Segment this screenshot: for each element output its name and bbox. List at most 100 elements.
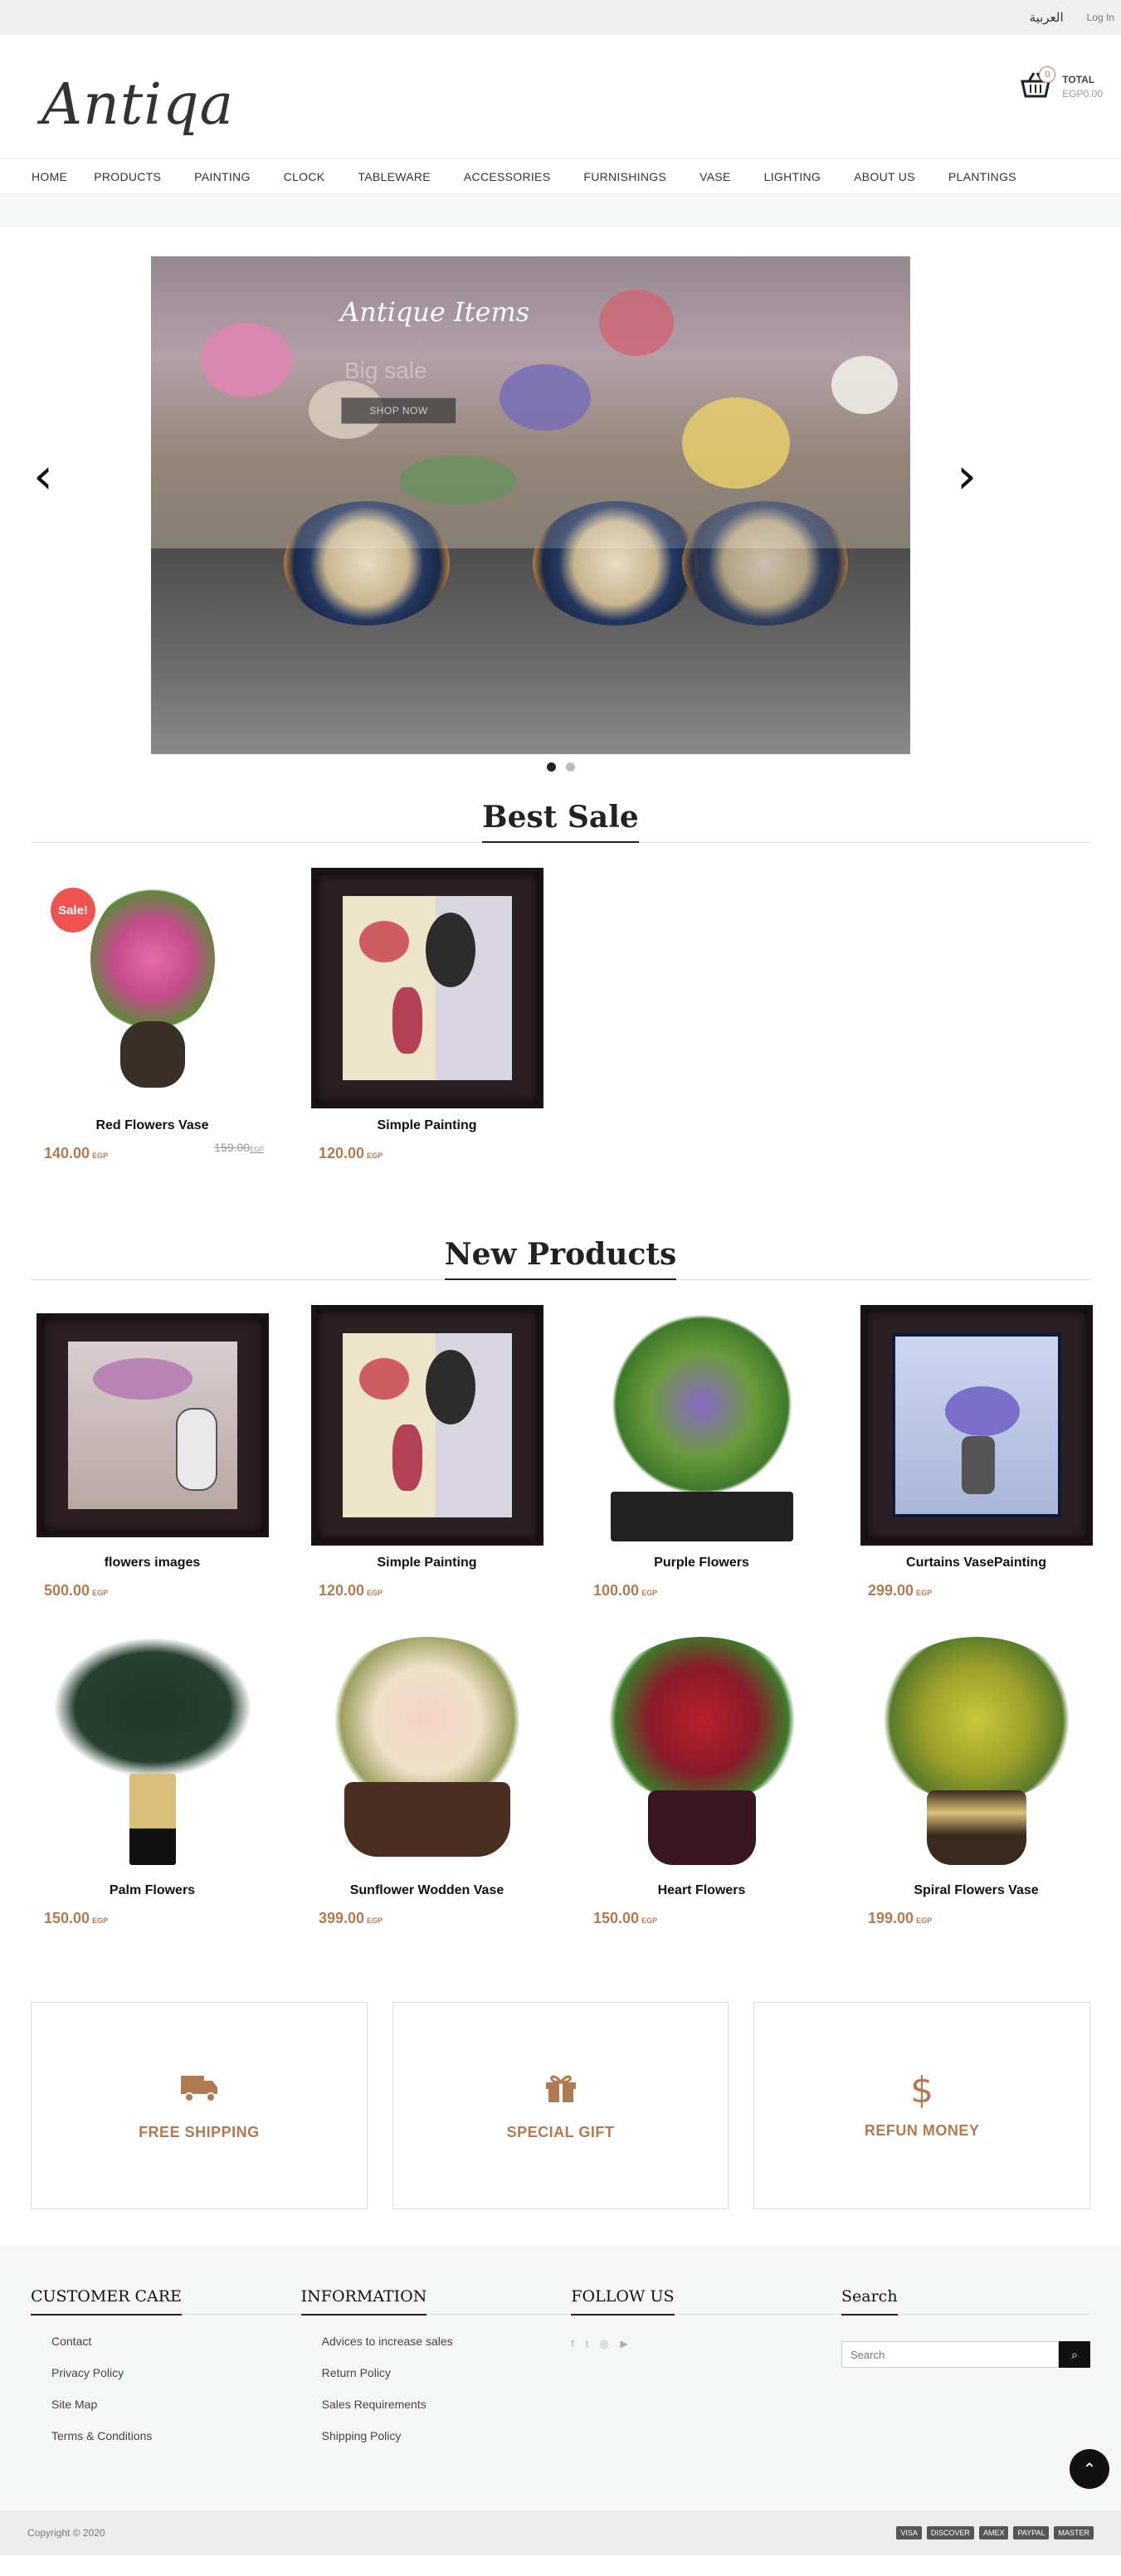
footer-link-sales-req[interactable]: Sales Requirements [322,2398,426,2411]
product-card[interactable]: flowers images 500.00 EGP [31,1305,274,1600]
product-card[interactable]: Simple Painting 120.00 EGP [305,868,548,1162]
product-name[interactable]: Simple Painting [305,1556,548,1570]
product-image[interactable] [305,1633,548,1873]
footer-heading: Search [841,2287,898,2315]
chevron-right-icon[interactable]: › [957,451,990,501]
footer-link-privacy[interactable]: Privacy Policy [51,2366,124,2379]
footer-link-advices[interactable]: Advices to increase sales [322,2335,453,2348]
nav-tableware[interactable]: TABLEWARE [358,170,447,183]
slider-dot-2[interactable] [565,762,575,772]
footer-information: INFORMATION Advices to increase sales Re… [300,2287,572,2461]
feature-special-gift: SPECIAL GIFT [392,2002,729,2209]
product-price: 150.00 EGP [593,1910,658,1926]
product-name[interactable]: flowers images [31,1556,274,1570]
top-bar: العربية Log In [0,0,1121,35]
feature-label: SPECIAL GIFT [506,2123,615,2140]
product-card[interactable]: Heart Flowers 150.00 EGP [580,1633,823,1927]
feature-label: REFUN MONEY [864,2121,980,2139]
footer-heading: CUSTOMER CARE [31,2287,182,2315]
hero-slider: Antique Items Big sale SHOP NOW ‹ › [0,227,1121,772]
best-sale-title: Best Sale [482,800,639,843]
main-nav: HOME PRODUCTS PAINTING CLOCK TABLEWARE A… [0,159,1121,194]
language-switch[interactable]: العربية [1030,10,1064,25]
product-price: 150.00 EGP [44,1910,109,1926]
site-logo[interactable]: Antiqa [41,72,234,138]
product-name[interactable]: Spiral Flowers Vase [855,1883,1098,1898]
nav-vase[interactable]: VASE [699,170,748,183]
feature-label: FREE SHIPPING [139,2123,260,2140]
product-image[interactable] [305,868,548,1108]
nav-about-us[interactable]: ABOUT US [854,170,932,183]
youtube-icon[interactable]: ▶ [621,2338,628,2350]
instagram-icon[interactable]: ◎ [600,2338,608,2350]
product-price: 199.00 EGP [868,1910,933,1926]
search-button[interactable]: ⌕ [1059,2341,1091,2368]
product-image[interactable] [305,1305,548,1546]
product-image[interactable] [855,1633,1098,1873]
dollar-icon: $ [910,2068,934,2111]
product-name[interactable]: Purple Flowers [580,1556,823,1570]
product-card[interactable]: Spiral Flowers Vase 199.00 EGP [855,1633,1098,1927]
twitter-icon[interactable]: t [586,2338,588,2350]
shop-now-button[interactable]: SHOP NOW [341,397,456,424]
product-card[interactable]: Simple Painting 120.00 EGP [305,1305,548,1600]
amex-icon: AMEX [978,2526,1009,2539]
product-image[interactable] [580,1305,823,1546]
site-header: Antiqa 0 TOTAL EGP0.00 [0,35,1121,159]
feature-refund-money: $ REFUN MONEY [753,2002,1091,2209]
facebook-icon[interactable]: f [571,2338,573,2350]
slide-subtitle: Big sale [344,358,427,383]
features-row: FREE SHIPPING SPECIAL GIFT $ REFUN MONEY [0,2002,1121,2209]
nav-home[interactable]: HOME [32,170,84,183]
product-name[interactable]: Palm Flowers [31,1883,274,1898]
footer-link-sitemap[interactable]: Site Map [51,2398,97,2411]
cart-total-label: TOTAL [1062,74,1095,85]
footer-link-contact[interactable]: Contact [51,2335,91,2348]
copyright-text: Copyright © 2020 [27,2527,105,2539]
nav-clock[interactable]: CLOCK [284,170,342,183]
nav-products[interactable]: PRODUCTS [94,170,178,183]
hero-slide-image[interactable]: Antique Items Big sale SHOP NOW [151,256,910,754]
nav-painting[interactable]: PAINTING [194,170,266,183]
scroll-to-top-button[interactable]: ⌃ [1070,2449,1109,2489]
product-name[interactable]: Curtains VasePainting [855,1556,1098,1570]
nav-furnishings[interactable]: FURNISHINGS [583,170,683,183]
product-card[interactable]: Purple Flowers 100.00 EGP [580,1305,823,1600]
cart-widget[interactable]: 0 TOTAL EGP0.00 [1019,66,1103,101]
product-name[interactable]: Sunflower Wodden Vase [305,1883,548,1898]
product-image[interactable] [580,1633,823,1873]
paypal-icon: PAYPAL [1013,2526,1050,2539]
chevron-left-icon[interactable]: ‹ [33,451,66,501]
copyright-bar: Copyright © 2020 VISA DISCOVER AMEX PAYP… [0,2449,1121,2555]
product-card[interactable]: Palm Flowers 150.00 EGP [31,1633,274,1927]
footer-link-terms[interactable]: Terms & Conditions [51,2429,152,2442]
search-input[interactable] [841,2341,1060,2368]
truck-icon [179,2071,219,2111]
footer-link-shipping[interactable]: Shipping Policy [322,2429,402,2442]
product-image[interactable] [31,1305,274,1546]
gift-icon [543,2071,579,2111]
best-sale-section: Best Sale Sale! Red Flowers Vase 140.00 E… [0,800,1121,1162]
product-image[interactable] [855,1305,1098,1546]
product-image[interactable] [31,1633,274,1873]
slider-dots [0,762,1121,772]
slide-title: Antique Items [340,296,530,328]
product-name[interactable]: Simple Painting [305,1118,548,1133]
new-products-title: New Products [444,1237,677,1280]
cart-total-amount: EGP0.00 [1062,88,1103,100]
product-card[interactable]: Sunflower Wodden Vase 399.00 EGP [305,1633,548,1927]
nav-accessories[interactable]: ACCESSORIES [464,170,567,183]
product-price: 399.00 EGP [319,1910,383,1926]
slider-dot-1[interactable] [546,762,556,772]
product-name[interactable]: Heart Flowers [580,1883,823,1898]
product-card[interactable]: Sale! Red Flowers Vase 140.00 EGP 159.00E… [31,868,274,1162]
nav-lighting[interactable]: LIGHTING [764,170,838,183]
product-name[interactable]: Red Flowers Vase [31,1118,274,1133]
basket-icon[interactable]: 0 [1019,66,1056,101]
nav-plantings[interactable]: PLANTINGS [948,170,1033,183]
login-link[interactable]: Log In [1087,12,1114,23]
footer-heading: FOLLOW US [571,2287,675,2315]
feature-free-shipping: FREE SHIPPING [31,2002,368,2209]
product-card[interactable]: Curtains VasePainting 299.00 EGP [855,1305,1098,1600]
footer-link-return[interactable]: Return Policy [322,2366,391,2379]
